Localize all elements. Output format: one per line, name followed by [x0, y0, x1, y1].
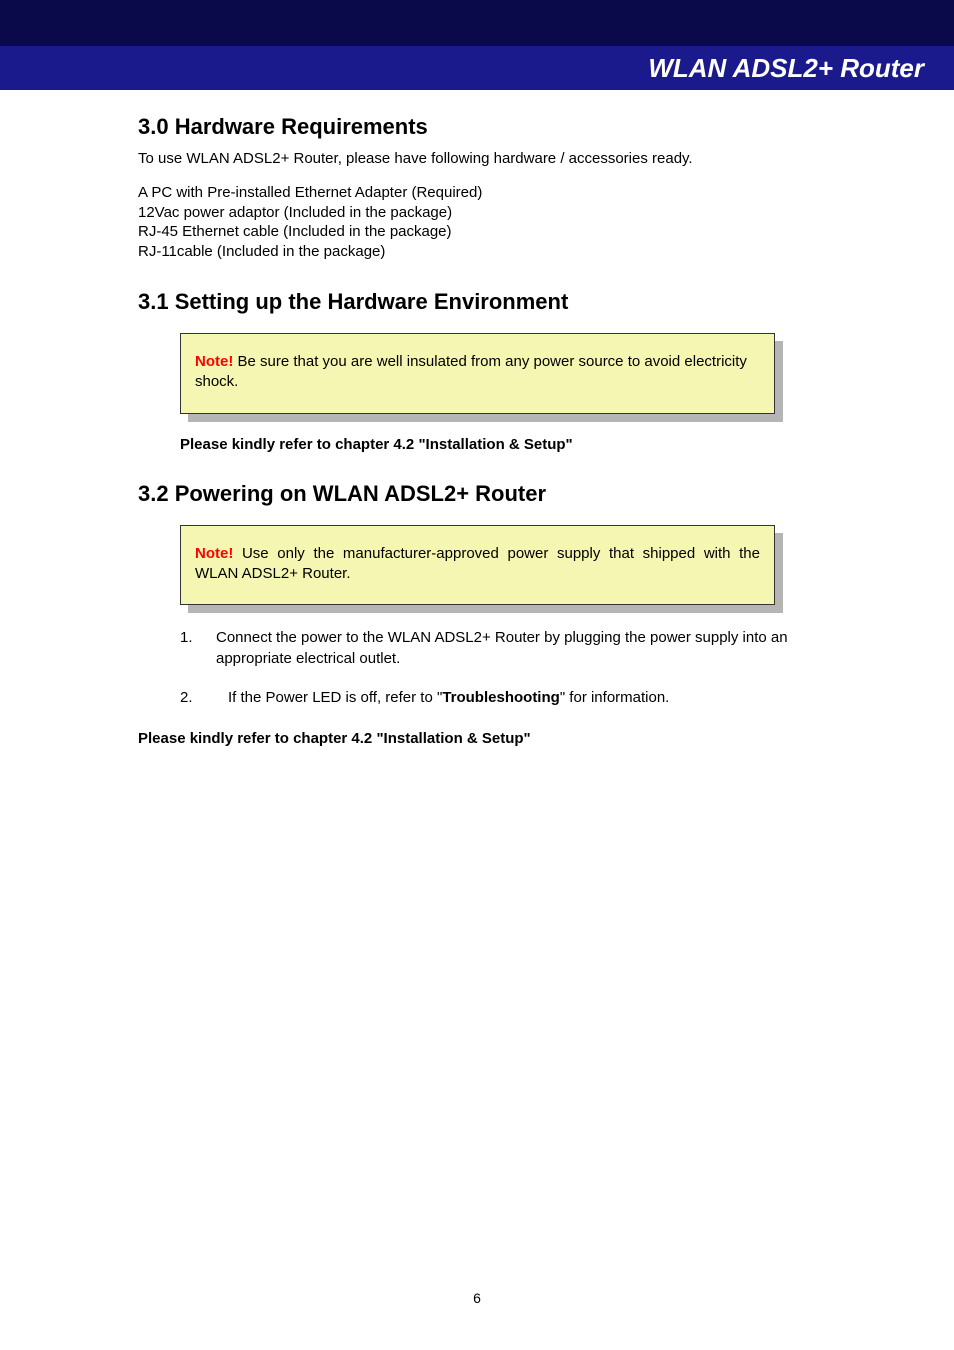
note-box: Note! Be sure that you are well insulate…	[180, 333, 775, 414]
heading-3-1: 3.1 Setting up the Hardware Environment	[138, 289, 816, 315]
note-box-3-1: Note! Be sure that you are well insulate…	[180, 333, 775, 414]
req-item: RJ-45 Ethernet cable (Included in the pa…	[138, 222, 816, 242]
requirements-list: A PC with Pre-installed Ethernet Adapter…	[138, 183, 816, 261]
step-text: Connect the power to the WLAN ADSL2+ Rou…	[216, 627, 816, 669]
heading-3-0: 3.0 Hardware Requirements	[138, 114, 816, 140]
step-number: 2.	[180, 687, 216, 708]
note-box-3-2: Note! Use only the manufacturer-approved…	[180, 525, 775, 606]
note-label: Note!	[195, 353, 233, 370]
refer-3-2: Please kindly refer to chapter 4.2 "Inst…	[138, 730, 816, 747]
note-label: Note!	[195, 545, 233, 562]
step-number: 1.	[180, 627, 216, 669]
step-2: 2. If the Power LED is off, refer to "Tr…	[180, 687, 816, 708]
req-item: 12Vac power adaptor (Included in the pac…	[138, 203, 816, 223]
note-text: Use only the manufacturer-approved power…	[195, 545, 760, 582]
step-text: If the Power LED is off, refer to "Troub…	[228, 687, 816, 708]
header-title: WLAN ADSL2+ Router	[648, 53, 924, 84]
req-item: RJ-11cable (Included in the package)	[138, 242, 816, 262]
refer-3-1: Please kindly refer to chapter 4.2 "Inst…	[180, 436, 816, 453]
page-header: WLAN ADSL2+ Router	[0, 0, 954, 90]
heading-3-2: 3.2 Powering on WLAN ADSL2+ Router	[138, 481, 816, 507]
note-text: Be sure that you are well insulated from…	[195, 353, 747, 390]
page-number: 6	[0, 1290, 954, 1306]
step-text-c: " for information.	[560, 689, 670, 706]
steps-list: 1. Connect the power to the WLAN ADSL2+ …	[180, 627, 816, 708]
step-1: 1. Connect the power to the WLAN ADSL2+ …	[180, 627, 816, 669]
header-light-area: WLAN ADSL2+ Router	[0, 46, 954, 90]
intro-3-0: To use WLAN ADSL2+ Router, please have f…	[138, 150, 816, 167]
req-item: A PC with Pre-installed Ethernet Adapter…	[138, 183, 816, 203]
page-content: 3.0 Hardware Requirements To use WLAN AD…	[0, 90, 954, 747]
step-text-a: If the Power LED is off, refer to "	[228, 689, 442, 706]
header-dark-area	[0, 0, 954, 46]
note-box: Note! Use only the manufacturer-approved…	[180, 525, 775, 606]
troubleshooting-ref: Troubleshooting	[442, 689, 560, 706]
